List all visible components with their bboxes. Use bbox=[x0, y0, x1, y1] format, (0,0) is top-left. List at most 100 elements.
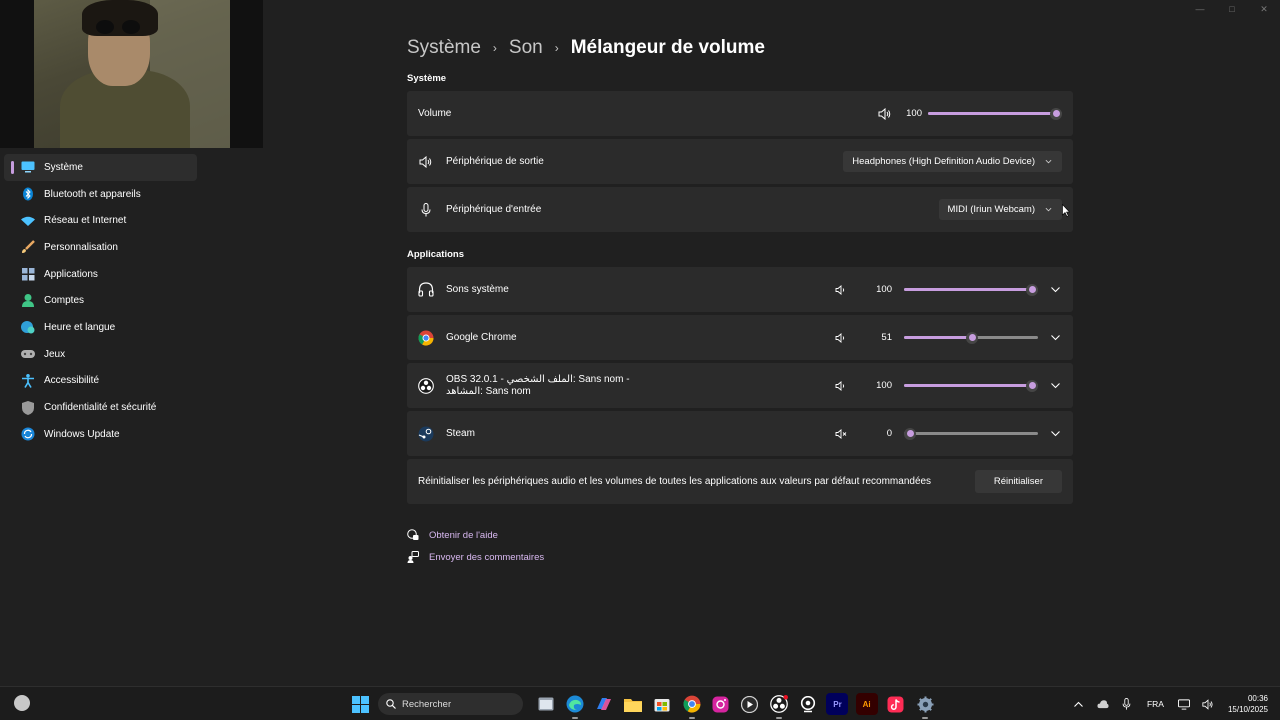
send-feedback-link[interactable]: Envoyer des commentaires bbox=[407, 546, 1073, 568]
app-name: OBS 32.0.1 - الملف الشخصي: Sans nom - bbox=[446, 373, 630, 385]
sidebar-item-systeme[interactable]: Système bbox=[4, 154, 197, 181]
app-volume-slider[interactable] bbox=[904, 331, 1038, 344]
app-volume-slider[interactable] bbox=[904, 283, 1038, 296]
cloud-icon[interactable] bbox=[1097, 698, 1109, 710]
sidebar-item-heure[interactable]: Heure et langue bbox=[4, 314, 197, 341]
page-title: Mélangeur de volume bbox=[570, 37, 766, 58]
clock-time: 00:36 bbox=[1247, 694, 1268, 703]
master-volume-slider[interactable] bbox=[928, 107, 1062, 120]
app-name: Steam bbox=[446, 428, 475, 439]
app-name: Google Chrome bbox=[446, 332, 517, 343]
sidebar-item-jeux[interactable]: Jeux bbox=[4, 341, 197, 368]
sidebar-item-bluetooth[interactable]: Bluetooth et appareils bbox=[4, 181, 197, 208]
network-icon[interactable] bbox=[1177, 698, 1190, 710]
steam-icon bbox=[418, 426, 434, 442]
store-icon[interactable] bbox=[651, 693, 673, 715]
chevron-down-icon[interactable] bbox=[1048, 283, 1062, 297]
input-device-value: MIDI (Iriun Webcam) bbox=[947, 204, 1035, 215]
headphones-icon bbox=[418, 282, 434, 298]
app-volume-value: 51 bbox=[881, 332, 892, 343]
monitor-icon bbox=[21, 160, 35, 174]
chevron-down-icon[interactable] bbox=[1048, 331, 1062, 345]
reset-description: Réinitialiser les périphériques audio et… bbox=[418, 476, 932, 487]
window-controls: — □ ✕ bbox=[1184, 0, 1280, 18]
system-tray: FRA 00:36 15/10/2025 bbox=[1067, 687, 1280, 720]
app-volume-slider[interactable] bbox=[904, 379, 1038, 392]
weather-widget-icon[interactable] bbox=[14, 695, 30, 711]
speaker-icon[interactable] bbox=[834, 380, 848, 392]
speaker-icon[interactable] bbox=[834, 284, 848, 296]
breadcrumb-son[interactable]: Son bbox=[509, 37, 543, 59]
webcam-overlay bbox=[0, 0, 263, 148]
premiere-icon[interactable]: Pr bbox=[826, 693, 849, 715]
chevron-down-icon[interactable] bbox=[1048, 427, 1062, 441]
app-volume-card: Google Chrome 51 bbox=[407, 315, 1073, 360]
speaker-icon bbox=[418, 154, 434, 170]
microphone-icon bbox=[418, 202, 434, 218]
slider-thumb[interactable] bbox=[1026, 379, 1038, 392]
obs-icon[interactable] bbox=[768, 693, 790, 719]
accessibility-icon bbox=[21, 373, 35, 388]
slider-thumb[interactable] bbox=[966, 331, 979, 344]
webcam-icon[interactable] bbox=[797, 693, 819, 715]
person-icon bbox=[21, 294, 35, 308]
apps-icon bbox=[21, 267, 35, 281]
breadcrumb-systeme[interactable]: Système bbox=[407, 37, 481, 59]
microphone-icon[interactable] bbox=[1121, 698, 1133, 710]
edge-icon[interactable] bbox=[564, 693, 586, 719]
sidebar-item-reseau[interactable]: Réseau et Internet bbox=[4, 207, 197, 234]
breadcrumb-separator: › bbox=[492, 41, 497, 55]
speaker-icon[interactable] bbox=[834, 332, 848, 344]
slider-thumb[interactable] bbox=[904, 427, 916, 440]
maximize-button[interactable]: □ bbox=[1216, 0, 1248, 18]
speaker-muted-icon[interactable] bbox=[834, 428, 848, 440]
breadcrumb: Système › Son › Mélangeur de volume bbox=[407, 30, 1073, 66]
chevron-down-icon[interactable] bbox=[1048, 379, 1062, 393]
file-explorer-window-icon[interactable] bbox=[535, 693, 557, 715]
master-volume-card: Volume 100 bbox=[407, 91, 1073, 136]
app-volume-slider[interactable] bbox=[904, 427, 1038, 440]
taskbar-search[interactable]: Rechercher bbox=[378, 693, 523, 715]
output-device-dropdown[interactable]: Headphones (High Definition Audio Device… bbox=[843, 151, 1062, 172]
sidebar-item-applications[interactable]: Applications bbox=[4, 261, 197, 288]
volume-icon[interactable] bbox=[1202, 698, 1214, 710]
help-chat-icon bbox=[407, 529, 419, 541]
app-volume-value: 0 bbox=[886, 428, 892, 439]
output-device-value: Headphones (High Definition Audio Device… bbox=[852, 156, 1035, 167]
copilot-icon[interactable] bbox=[593, 693, 615, 715]
minimize-button[interactable]: — bbox=[1184, 0, 1216, 18]
sidebar-item-accessibilite[interactable]: Accessibilité bbox=[4, 368, 197, 395]
clock[interactable]: 00:36 15/10/2025 bbox=[1228, 693, 1268, 715]
mouse-cursor-icon bbox=[1062, 204, 1070, 217]
settings-icon[interactable] bbox=[914, 693, 936, 719]
sidebar-item-comptes[interactable]: Comptes bbox=[4, 287, 197, 314]
chrome-icon[interactable] bbox=[681, 693, 703, 719]
sidebar-item-windows-update[interactable]: Windows Update bbox=[4, 421, 197, 448]
folder-icon[interactable] bbox=[622, 693, 644, 715]
sidebar-item-personnalisation[interactable]: Personnalisation bbox=[4, 234, 197, 261]
sidebar-item-confidentialite[interactable]: Confidentialité et sécurité bbox=[4, 394, 197, 421]
sidebar-item-label: Personnalisation bbox=[44, 241, 118, 253]
sidebar-item-label: Réseau et Internet bbox=[44, 215, 127, 227]
speaker-icon[interactable] bbox=[878, 107, 892, 120]
reset-button[interactable]: Réinitialiser bbox=[974, 470, 1062, 493]
language-indicator[interactable]: FRA bbox=[1147, 699, 1164, 709]
sidebar-item-label: Applications bbox=[44, 268, 98, 280]
get-help-link[interactable]: Obtenir de l'aide bbox=[407, 524, 1073, 546]
sidebar-item-label: Jeux bbox=[44, 348, 66, 360]
chevron-up-icon[interactable] bbox=[1073, 698, 1085, 710]
slider-thumb[interactable] bbox=[1050, 107, 1062, 120]
media-player-icon[interactable] bbox=[739, 693, 761, 715]
globe-clock-icon bbox=[21, 320, 35, 334]
windows-start-icon[interactable] bbox=[350, 694, 370, 714]
illustrator-icon[interactable]: Ai bbox=[855, 693, 878, 715]
shield-icon bbox=[21, 400, 35, 415]
slider-thumb[interactable] bbox=[1026, 283, 1038, 296]
get-help-label: Obtenir de l'aide bbox=[429, 529, 498, 541]
input-device-dropdown[interactable]: MIDI (Iriun Webcam) bbox=[938, 199, 1062, 220]
tiktok-icon[interactable] bbox=[885, 693, 907, 715]
search-placeholder: Rechercher bbox=[402, 698, 452, 710]
instagram-icon[interactable] bbox=[710, 693, 732, 715]
close-button[interactable]: ✕ bbox=[1248, 0, 1280, 18]
sidebar-item-label: Accessibilité bbox=[44, 375, 100, 387]
